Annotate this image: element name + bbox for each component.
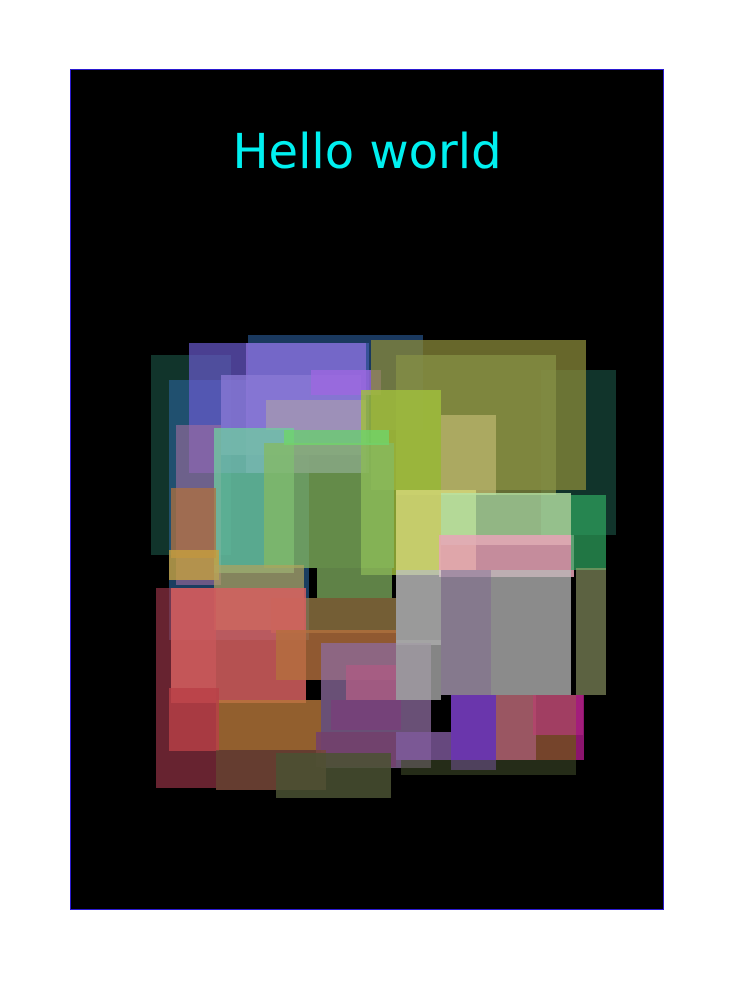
decorative-rectangle	[491, 570, 571, 695]
overlapping-rectangles	[151, 335, 616, 798]
decorative-rectangle	[396, 570, 441, 645]
decorative-rectangle	[171, 488, 216, 558]
decorative-rectangle	[571, 495, 606, 570]
decorative-rectangle	[533, 695, 583, 735]
decorative-rectangle	[441, 415, 496, 495]
decorative-rectangle	[396, 640, 441, 700]
decorative-rectangle	[276, 753, 391, 798]
decorative-rectangle	[266, 400, 366, 430]
decorative-rectangle	[331, 700, 401, 730]
decorative-rectangle	[576, 695, 584, 760]
drawing-canvas: Hello world	[70, 69, 664, 910]
decorative-rectangle	[401, 760, 576, 775]
decorative-rectangle	[496, 695, 536, 760]
decorative-rectangle	[441, 570, 491, 695]
decorative-rectangle	[536, 735, 576, 760]
decorative-rectangle	[396, 732, 451, 760]
decorative-rectangle	[346, 665, 396, 700]
decorative-rectangle	[576, 568, 606, 695]
decorative-rectangle	[169, 688, 219, 751]
decorative-rectangle	[284, 430, 389, 445]
decorative-rectangle	[451, 695, 496, 770]
decorative-rectangle	[169, 550, 219, 580]
decorative-rectangle	[264, 443, 394, 568]
decorative-rectangle	[216, 700, 321, 750]
decorative-rectangle	[317, 568, 392, 598]
